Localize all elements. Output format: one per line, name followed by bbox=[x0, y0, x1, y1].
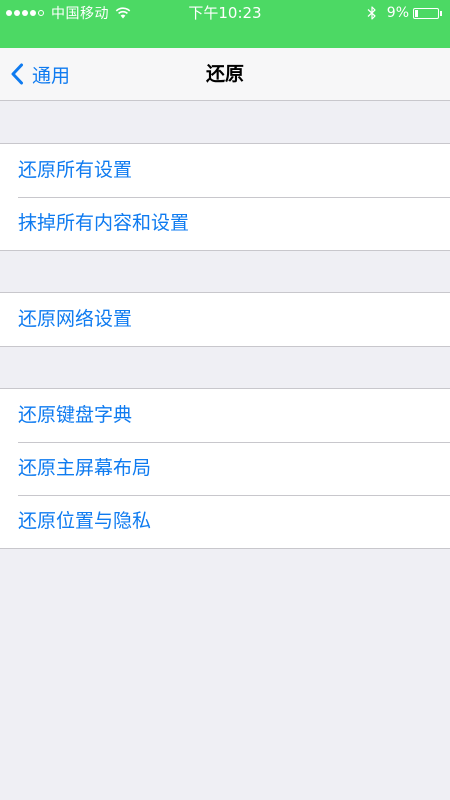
battery-tip bbox=[440, 10, 442, 16]
battery-icon bbox=[413, 7, 439, 19]
reset-all-settings-cell[interactable]: 还原所有设置 bbox=[0, 144, 450, 197]
navigation-bar: 通用 还原 bbox=[0, 48, 450, 101]
battery-percent: 9% bbox=[386, 5, 409, 21]
erase-all-content-cell[interactable]: 抹掉所有内容和设置 bbox=[0, 197, 450, 250]
reset-location-privacy-cell[interactable]: 还原位置与隐私 bbox=[0, 495, 450, 548]
status-bar: 中国移动 下午10:23 9% bbox=[0, 0, 450, 48]
reset-group-1: 还原所有设置 抹掉所有内容和设置 bbox=[0, 143, 450, 251]
reset-keyboard-dictionary-cell[interactable]: 还原键盘字典 bbox=[0, 389, 450, 442]
page-title: 还原 bbox=[205, 63, 244, 85]
bluetooth-icon bbox=[367, 6, 376, 20]
reset-group-3: 还原键盘字典 还原主屏幕布局 还原位置与隐私 bbox=[0, 388, 450, 549]
reset-home-screen-layout-cell[interactable]: 还原主屏幕布局 bbox=[0, 442, 450, 495]
reset-group-2: 还原网络设置 bbox=[0, 292, 450, 347]
reset-network-settings-cell[interactable]: 还原网络设置 bbox=[0, 293, 450, 346]
status-right: 9% bbox=[367, 4, 442, 22]
